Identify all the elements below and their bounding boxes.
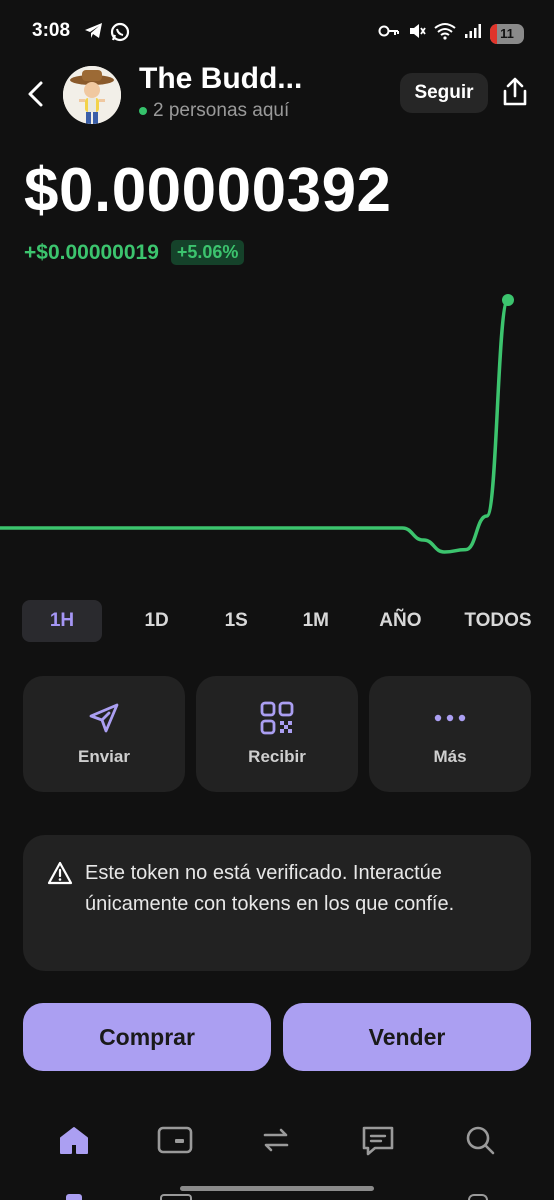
- more-label: Más: [433, 747, 467, 766]
- qr-code-icon: [260, 701, 294, 735]
- presence-text: 2 personas aquí: [153, 100, 290, 121]
- range-tab-1s[interactable]: 1S: [211, 600, 261, 642]
- price-change-absolute: +$0.00000019: [24, 240, 159, 264]
- nav-chat[interactable]: [356, 1118, 400, 1162]
- chat-icon: [362, 1126, 394, 1156]
- nav-peek-search: [468, 1194, 488, 1200]
- more-button[interactable]: Más: [369, 676, 531, 792]
- whatsapp-icon: [110, 22, 130, 47]
- warning-triangle-icon: [47, 861, 73, 885]
- battery-indicator: 11: [490, 23, 524, 44]
- nav-peek-home: [66, 1194, 82, 1200]
- range-tab-1h[interactable]: 1H: [22, 600, 102, 642]
- range-tab-1d[interactable]: 1D: [132, 600, 182, 642]
- status-right-icons: 11: [378, 22, 524, 45]
- status-bar: 3:08 11: [0, 0, 554, 66]
- bottom-navigation: [0, 1110, 554, 1170]
- swap-icon: [263, 1128, 289, 1152]
- online-dot: [139, 107, 147, 115]
- price-line: [0, 298, 510, 554]
- receive-label: Recibir: [248, 747, 306, 766]
- share-button[interactable]: [498, 74, 532, 110]
- back-button[interactable]: [20, 76, 50, 112]
- search-icon: [466, 1126, 495, 1155]
- time-range-tabs: 1H 1D 1S 1M AÑO TODOS: [22, 600, 536, 642]
- send-label: Enviar: [78, 747, 130, 766]
- presence-indicator: 2 personas aquí: [139, 100, 289, 122]
- battery-level: 11: [500, 26, 514, 41]
- wifi-icon: [434, 22, 456, 45]
- nav-peek-wallet: [160, 1194, 192, 1200]
- price-change-row: +$0.00000019 +5.06%: [24, 240, 245, 265]
- token-price: $0.00000392: [24, 156, 392, 225]
- latest-price-point: [502, 294, 514, 306]
- token-avatar: [63, 66, 121, 124]
- chevron-left-icon: [28, 81, 43, 107]
- share-icon: [503, 77, 527, 106]
- price-change-percent-badge: +5.06%: [170, 240, 245, 265]
- nav-search[interactable]: [458, 1118, 502, 1162]
- unverified-token-warning: Este token no está verificado. Interactú…: [23, 835, 531, 971]
- send-icon: [89, 703, 119, 733]
- home-icon: [60, 1127, 88, 1154]
- wallet-icon: [157, 1126, 193, 1154]
- status-time: 3:08: [32, 20, 71, 41]
- receive-button[interactable]: Recibir: [196, 676, 358, 792]
- battery-low-fill: [490, 23, 497, 44]
- nav-wallet[interactable]: [153, 1118, 197, 1162]
- home-indicator: [180, 1186, 374, 1191]
- range-tab-1m[interactable]: 1M: [291, 600, 341, 642]
- signal-icon: [464, 23, 482, 44]
- send-button[interactable]: Enviar: [23, 676, 185, 792]
- telegram-icon: [84, 22, 104, 47]
- range-tab-year[interactable]: AÑO: [370, 600, 430, 642]
- range-tab-all[interactable]: TODOS: [460, 600, 536, 642]
- buy-button[interactable]: Comprar: [23, 1003, 271, 1071]
- nav-swap[interactable]: [254, 1118, 298, 1162]
- token-name: The Budd...: [139, 62, 303, 95]
- nav-home[interactable]: [52, 1118, 96, 1162]
- price-chart[interactable]: [0, 280, 554, 580]
- key-icon: [378, 24, 400, 43]
- mute-icon: [408, 22, 426, 45]
- more-dots-icon: [434, 714, 466, 722]
- status-left-icons: [84, 22, 130, 47]
- warning-text: Este token no está verificado. Interactú…: [85, 862, 455, 915]
- sell-button[interactable]: Vender: [283, 1003, 531, 1071]
- follow-button[interactable]: Seguir: [400, 73, 488, 113]
